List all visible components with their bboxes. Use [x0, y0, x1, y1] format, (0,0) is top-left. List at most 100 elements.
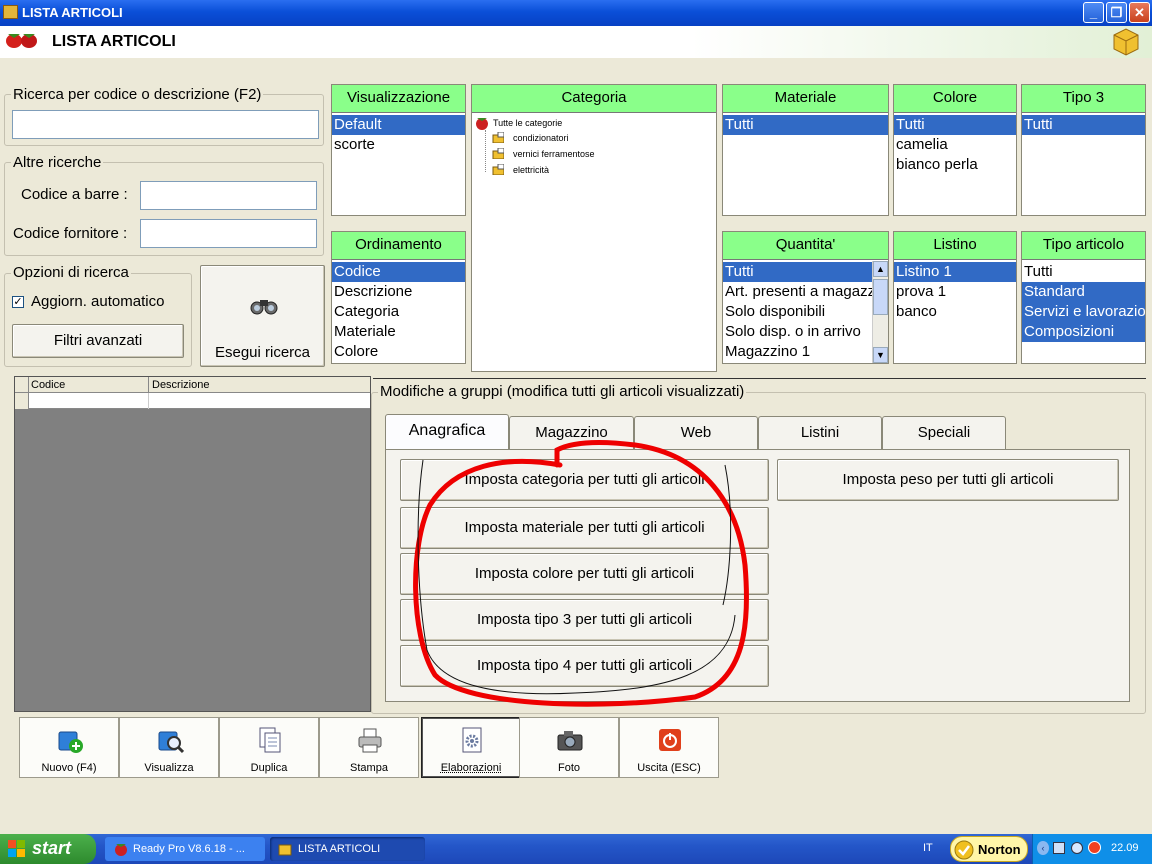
articles-grid[interactable]: Codice Descrizione [14, 376, 371, 712]
list-item[interactable]: banco [894, 302, 1016, 322]
tray-expand-icon[interactable]: ‹ [1037, 841, 1049, 855]
elaborations-button[interactable]: Elaborazioni [421, 717, 521, 778]
exit-button[interactable]: Uscita (ESC) [619, 717, 719, 778]
list-item[interactable]: Listino 1 [894, 262, 1016, 282]
column-header-descrizione[interactable]: Descrizione [148, 377, 209, 393]
taskbar-item-readypro[interactable]: Ready Pro V8.6.18 - ... [105, 837, 265, 861]
list-item[interactable]: Magazzino 1 [723, 342, 873, 362]
set-color-button[interactable]: Imposta colore per tutti gli articoli [400, 553, 769, 595]
start-button[interactable]: start [0, 834, 96, 864]
tab-speciali[interactable]: Speciali [882, 416, 1006, 450]
tab-web[interactable]: Web [634, 416, 758, 450]
listino-list[interactable]: Listino Listino 1 prova 1 banco [893, 231, 1017, 364]
list-item[interactable]: Colore [332, 342, 465, 362]
search-options-label: Opzioni di ricerca [11, 264, 131, 281]
print-button[interactable]: Stampa [319, 717, 419, 778]
new-button[interactable]: Nuovo (F4) [19, 717, 119, 778]
camera-icon [557, 731, 583, 751]
scroll-up-icon[interactable]: ▲ [873, 261, 888, 277]
norton-badge[interactable]: Norton [950, 836, 1028, 862]
barcode-field[interactable] [140, 181, 317, 210]
language-indicator[interactable]: IT [923, 842, 933, 854]
list-item[interactable]: Tutti [723, 115, 888, 135]
set-weight-button[interactable]: Imposta peso per tutti gli articoli [777, 459, 1119, 501]
search-group-label: Ricerca per codice o descrizione (F2) [11, 86, 264, 103]
tree-node[interactable]: vernici ferramentose [513, 149, 595, 159]
list-item[interactable]: Art. presenti a magazz [723, 282, 873, 302]
tree-connector [485, 130, 486, 172]
check-icon [954, 840, 974, 860]
colore-header: Colore [894, 85, 1016, 113]
categoria-tree[interactable]: Categoria Tutte le categorie condizionat… [471, 84, 717, 372]
tab-listini[interactable]: Listini [758, 416, 882, 450]
visualizzazione-list[interactable]: Visualizzazione Default scorte [331, 84, 466, 216]
quantita-scrollbar[interactable]: ▲ ▼ [872, 261, 888, 363]
list-item[interactable]: Default [332, 115, 465, 135]
network-icon[interactable] [1053, 842, 1065, 854]
duplicate-button[interactable]: Duplica [219, 717, 319, 778]
colore-list[interactable]: Colore Tutti camelia bianco perla [893, 84, 1017, 216]
tree-root[interactable]: Tutte le categorie [493, 118, 563, 128]
table-row[interactable] [15, 393, 370, 409]
print-label: Stampa [350, 762, 388, 774]
set-material-button[interactable]: Imposta materiale per tutti gli articoli [400, 507, 769, 549]
maximize-button[interactable]: ❐ [1106, 2, 1127, 23]
tree-node[interactable]: condizionatori [513, 133, 569, 143]
close-button[interactable]: ✕ [1129, 2, 1150, 23]
list-item[interactable]: bianco perla [894, 155, 1016, 175]
list-item[interactable]: scorte [332, 135, 465, 155]
barcode-label: Codice a barre : [21, 186, 128, 203]
list-item[interactable]: Solo disp. o in arrivo [723, 322, 873, 342]
list-item[interactable]: prova 1 [894, 282, 1016, 302]
auto-update-checkbox[interactable]: ✓ [12, 296, 24, 308]
list-item[interactable]: Categoria [332, 302, 465, 322]
ordinamento-list[interactable]: Ordinamento Codice Descrizione Categoria… [331, 231, 466, 364]
duplicate-icon [259, 727, 281, 753]
tipo3-list[interactable]: Tipo 3 Tutti [1021, 84, 1146, 216]
tree-node[interactable]: elettricità [513, 165, 549, 175]
column-header-codice[interactable]: Codice [31, 379, 65, 391]
set-type3-button[interactable]: Imposta tipo 3 per tutti gli articoli [400, 599, 769, 641]
advanced-filters-button[interactable]: Filtri avanzati [12, 324, 184, 358]
list-item[interactable]: Composizioni [1022, 322, 1145, 342]
list-item[interactable]: Materiale [332, 322, 465, 342]
view-button[interactable]: Visualizza [119, 717, 219, 778]
globe-icon[interactable] [1071, 842, 1083, 854]
list-item[interactable]: Tutti [723, 262, 873, 282]
list-item[interactable]: Solo disponibili [723, 302, 873, 322]
set-category-button[interactable]: Imposta categoria per tutti gli articoli [400, 459, 769, 501]
supplier-code-field[interactable] [140, 219, 317, 248]
windows-logo-icon [8, 840, 25, 857]
list-item[interactable]: Tutti [1022, 262, 1145, 282]
binoculars-icon [250, 300, 278, 315]
ordinamento-header: Ordinamento [332, 232, 465, 260]
scroll-thumb[interactable] [873, 279, 888, 315]
list-item[interactable]: Standard [1022, 282, 1145, 302]
taskbar-item-lista-articoli[interactable]: LISTA ARTICOLI [270, 837, 425, 861]
title-bar[interactable]: LISTA ARTICOLI _ ❐ ✕ [0, 0, 1152, 26]
set-type4-button[interactable]: Imposta tipo 4 per tutti gli articoli [400, 645, 769, 687]
new-label: Nuovo (F4) [41, 762, 97, 774]
search-input[interactable] [12, 110, 319, 139]
quantita-list[interactable]: Quantita' Tutti Art. presenti a magazz S… [722, 231, 889, 364]
list-item[interactable]: Descrizione [332, 282, 465, 302]
materiale-list[interactable]: Materiale Tutti [722, 84, 889, 216]
listino-header: Listino [894, 232, 1016, 260]
tipo-articolo-list[interactable]: Tipo articolo Tutti Standard Servizi e l… [1021, 231, 1146, 364]
list-item[interactable]: Tutti [1022, 115, 1145, 135]
list-item[interactable]: camelia [894, 135, 1016, 155]
exit-label: Uscita (ESC) [637, 762, 701, 774]
strawberry-icon [115, 844, 127, 856]
minimize-button[interactable]: _ [1083, 2, 1104, 23]
tab-magazzino[interactable]: Magazzino [509, 416, 634, 450]
list-item[interactable]: Servizi e lavorazioni [1022, 302, 1145, 322]
grid-header: Codice Descrizione [15, 377, 370, 393]
photo-button[interactable]: Foto [519, 717, 619, 778]
start-label: start [32, 838, 72, 858]
scroll-down-icon[interactable]: ▼ [873, 347, 888, 363]
list-item[interactable]: Tutti [894, 115, 1016, 135]
alert-icon[interactable] [1088, 841, 1101, 854]
run-search-button[interactable]: Esegui ricerca [200, 265, 325, 367]
tab-anagrafica[interactable]: Anagrafica [385, 414, 509, 450]
list-item[interactable]: Codice [332, 262, 465, 282]
